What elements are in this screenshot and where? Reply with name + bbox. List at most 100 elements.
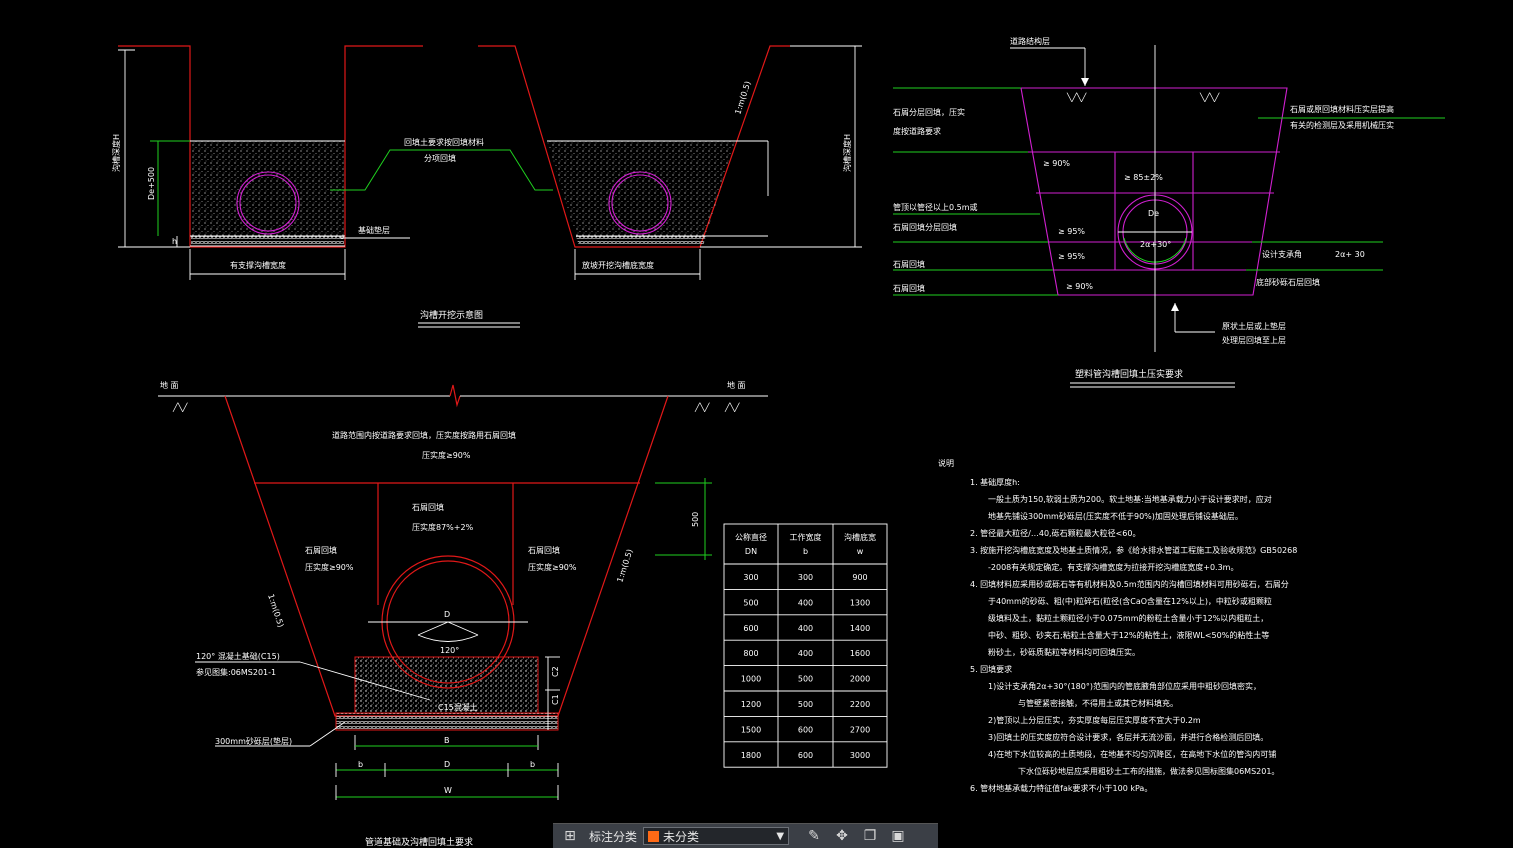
notes-line: 地基先铺设300mm砂砾层(压实度不低于90%)加固处理后铺设基础层。 <box>988 511 1243 521</box>
ground-right: 地 面 <box>727 380 746 390</box>
svg-text:╱╲╱: ╱╲╱ <box>172 402 189 412</box>
road-label: 道路结构层 <box>1010 36 1050 46</box>
right-note-2: 压实度≥90% <box>528 562 577 572</box>
table-cell: 1600 <box>850 649 870 658</box>
table-cell: 900 <box>852 573 867 582</box>
table-cell: 400 <box>798 649 813 658</box>
de-text: De <box>1148 209 1159 218</box>
angle-120: 120° <box>440 646 459 655</box>
figure-foundation-backfill: 地 面 地 面 ╱╲╱ ╱╲╱ ╱╲╱ 道路范围内按道路要求回填，压实度按路用石… <box>158 380 768 847</box>
h-label: h <box>172 237 177 246</box>
table-cell: 500 <box>743 598 758 607</box>
table-cell: 600 <box>798 725 813 734</box>
depth-label-left: 沟槽深度H <box>111 134 121 172</box>
fig2-right-4: 2α+ 30 <box>1335 250 1365 259</box>
table-cell: 2200 <box>850 700 870 709</box>
pct-85: ≥ 85±2% <box>1124 173 1163 182</box>
chevron-down-icon: ▼ <box>776 830 785 842</box>
d-label: D <box>444 610 450 619</box>
notes-line: 6. 管材地基承载力特征值fak要求不小于100 kPa。 <box>970 783 1152 793</box>
slope-label-top: 1:m(0.5) <box>733 80 752 116</box>
table-header-cell: b <box>803 547 808 556</box>
notes-line: 4)在地下水位较高的土质地段，在地基不均匀沉降区，在高地下水位的管沟内可铺 <box>988 749 1276 759</box>
pct-90-top: ≥ 90% <box>1043 159 1070 168</box>
table-cell: 2700 <box>850 725 870 734</box>
ground-left: 地 面 <box>160 380 179 390</box>
pct-95-a: ≥ 95% <box>1058 227 1085 236</box>
copy-icon[interactable]: ❐ <box>859 825 881 847</box>
table-cell: 1300 <box>850 598 870 607</box>
category-select-value: 未分类 <box>663 829 700 844</box>
notes-line: 一般土质为150,软弱土质为200。软土地基:当地基承载力小于设计要求时，应对 <box>988 494 1272 504</box>
grid-icon[interactable]: ⊞ <box>559 825 581 847</box>
table-cell: 500 <box>798 675 813 684</box>
table-cell: 300 <box>743 573 758 582</box>
table-cell: 2000 <box>850 675 870 684</box>
right-note-1: 石屑回填 <box>528 545 560 555</box>
fig2-right-1: 石屑或原回填材料压实层提高 <box>1290 104 1394 114</box>
svg-text:╱╲╱: ╱╲╱ <box>694 402 711 412</box>
D-label: D <box>444 760 450 769</box>
c15-label: C15混凝土 <box>438 702 478 712</box>
table-header-cell: w <box>857 547 864 556</box>
notes-line: 2. 管径最大粒径∕…40,砾石颗粒最大粒径<60。 <box>970 528 1140 538</box>
left-note-1: 石屑回填 <box>305 545 337 555</box>
table-cell: 600 <box>743 624 758 633</box>
svg-text:╱╲╱: ╱╲╱ <box>724 402 741 412</box>
category-select[interactable]: 未分类 ▼ <box>643 827 790 845</box>
fig2-right-2: 有关的检测层及采用机械压实 <box>1290 120 1394 130</box>
fig2-bottom-1: 原状土层或上垫层 <box>1222 321 1286 331</box>
notes-line: 与管壁紧密接触，不得用土或其它材料填充。 <box>1018 698 1178 708</box>
base-note-1: 120° 混凝土基础(C15) <box>196 651 280 661</box>
dimension-table: 公称直径 DN 工作宽度 b 沟槽底宽 w 300 300 900 500 400 1300 600 40… <box>723 523 888 768</box>
table-cell: 1500 <box>741 725 761 734</box>
fig2-left-6: 石屑回填 <box>893 283 925 293</box>
table-cell: 1200 <box>741 700 761 709</box>
notes-line: 3)回填土的压实度应符合设计要求，各层并无流沙面，并进行合格检测后回填。 <box>988 732 1268 742</box>
table-cell: 1400 <box>850 624 870 633</box>
mid-note-2: 压实度87%+2% <box>412 522 474 532</box>
annotation-toolbar: ⊞ 标注分类 未分类 ▼ ✎ ✥ ❐ ▣ <box>553 823 938 848</box>
notes-line: 4. 回填材料应采用砂或砾石等有机材料及0.5m范围内的沟槽回填材料可用砂砾石，… <box>970 579 1289 589</box>
notes-line: 1. 基础厚度h: <box>970 477 1020 487</box>
table-cell: 1000 <box>741 675 761 684</box>
notes-line: 1)设计支承角2α+30°(180°)范围内的管底腋角部位应采用中粗砂回填密实， <box>988 681 1261 691</box>
edit-icon[interactable]: ✎ <box>803 825 825 847</box>
notes-heading: 说明 <box>938 458 954 468</box>
svg-text:╲╱╲╱: ╲╱╲╱ <box>1199 92 1220 102</box>
cad-drawing-canvas[interactable]: 沟槽深度H De+500 h 有支撑沟槽宽度 沟槽深度H 放坡开挖沟槽底宽度 1… <box>0 0 1513 847</box>
paste-icon[interactable]: ▣ <box>887 825 909 847</box>
b-left: b <box>358 760 363 769</box>
base-label: 基础垫层 <box>358 225 390 235</box>
table-header-cell: 沟槽底宽 <box>844 532 876 542</box>
sand-note: 300mm砂砾层(垫层) <box>215 736 292 746</box>
fig2-left-5: 石屑回填 <box>893 259 925 269</box>
notes-line: 5. 回填要求 <box>970 664 1012 674</box>
width-left-label: 有支撑沟槽宽度 <box>230 260 286 270</box>
W-label: W <box>444 786 452 795</box>
fig2-right-5: 底部砂砾石层回填 <box>1256 277 1320 287</box>
fig2-right-3: 设计支承角 <box>1262 249 1302 259</box>
table-header-cell: DN <box>745 547 757 556</box>
notes-line: 粉砂土，砂砾质黏粒等材料均可回填压实。 <box>988 647 1140 657</box>
de-label: De+500 <box>147 167 156 200</box>
c1-label: C1 <box>551 694 560 705</box>
move-icon[interactable]: ✥ <box>831 825 853 847</box>
fig2-left-3: 管顶以管径以上0.5m或 <box>893 202 978 212</box>
fig2-title: 塑料管沟槽回填土压实要求 <box>1075 368 1183 380</box>
notes-line: 于40mm的砂砾、粗(中)粒碎石(粒径(含CaO含量在12%以上)，中粒砂或粗颗… <box>988 596 1272 606</box>
fig2-left-1: 石屑分层回填，压实 <box>893 107 965 117</box>
slope-right-label: 1:m(0.5) <box>615 548 634 584</box>
table-header-cell: 工作宽度 <box>790 532 822 542</box>
slope-left-label: 1:m(0.5) <box>266 593 285 629</box>
table-cell: 500 <box>798 700 813 709</box>
toolbar-label: 标注分类 <box>589 829 638 844</box>
notes-line: 下水位砾砂地层应采用粗砂土工布的措施，做法参见国标图集06MS201。 <box>1018 766 1279 776</box>
table-cell: 300 <box>798 573 813 582</box>
notes-line: 中砂、粗砂、砂夹石;粘粒土含量大于12%的粘性土，液限WL<50%的粘性土等 <box>988 630 1269 640</box>
c2-label: C2 <box>551 666 560 677</box>
figure-trench-excavation: 沟槽深度H De+500 h 有支撑沟槽宽度 沟槽深度H 放坡开挖沟槽底宽度 1… <box>111 45 862 328</box>
b-right: b <box>530 760 535 769</box>
design-notes: 说明 1. 基础厚度h: 一般土质为150,软弱土质为200。软土地基:当地基承载… <box>938 458 1297 793</box>
top-note-2: 压实度≥90% <box>422 450 471 460</box>
